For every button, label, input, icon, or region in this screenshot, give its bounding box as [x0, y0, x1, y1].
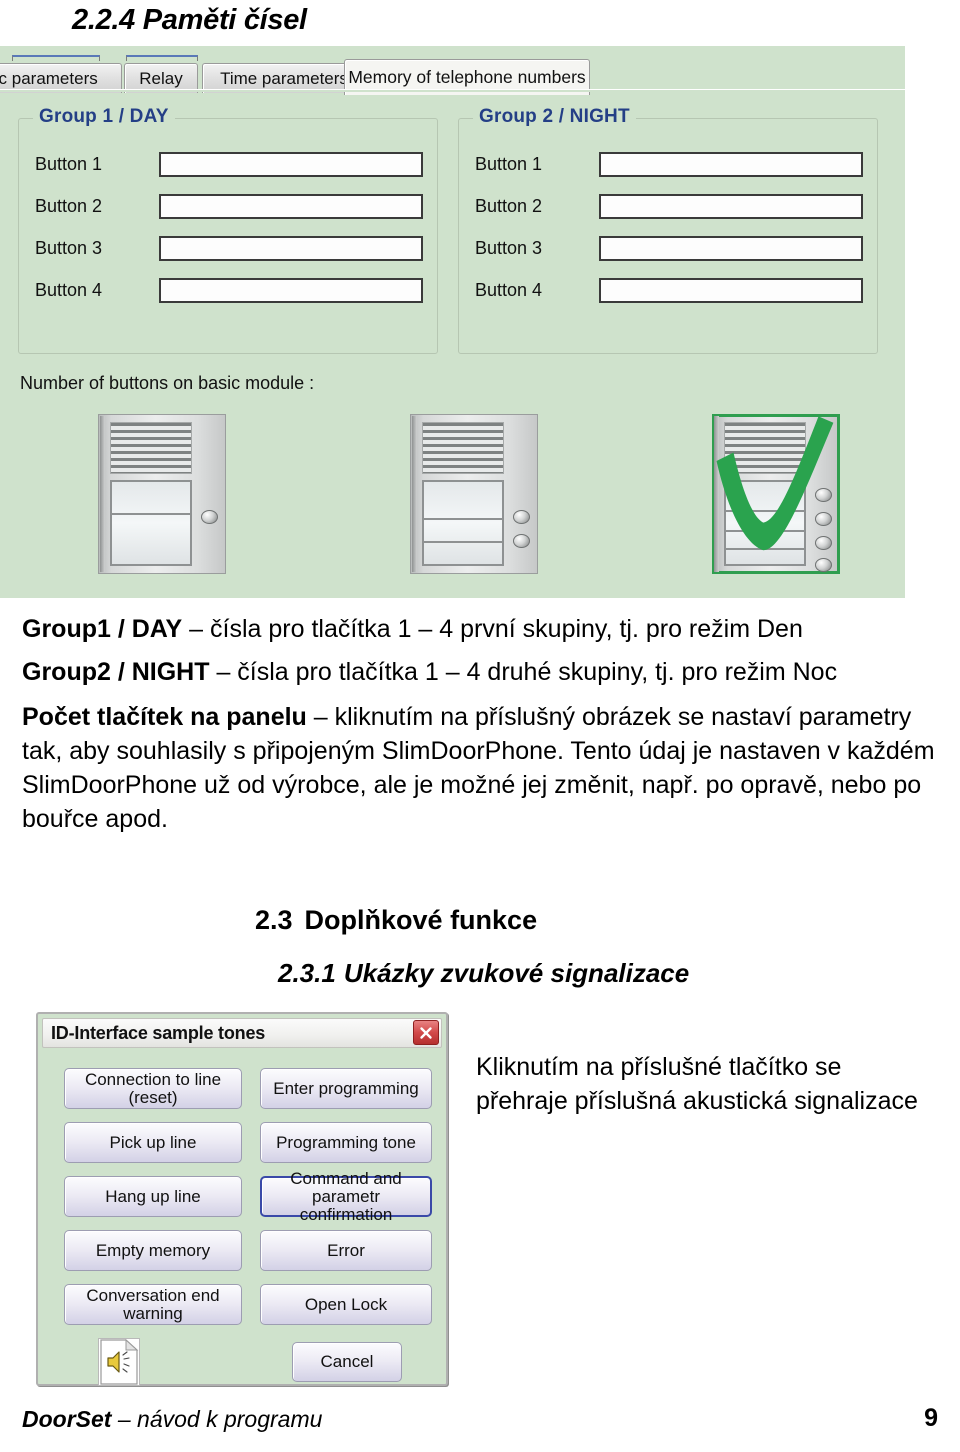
night-button-1-row: Button 1: [475, 151, 863, 177]
day-button-2-input[interactable]: [159, 193, 423, 219]
panel-image-one-button[interactable]: [98, 414, 226, 574]
panel-left-edge: [412, 416, 417, 572]
tab-strip: sic parameters Relay Time parameters Mem…: [0, 55, 905, 95]
hang-up-line-button[interactable]: Hang up line: [64, 1176, 242, 1217]
panel-left-edge: [714, 416, 719, 572]
night-button-3-label: Button 3: [475, 237, 543, 258]
tab-top-edge-2: [126, 55, 198, 61]
programming-tone-button[interactable]: Programming tone: [260, 1122, 432, 1163]
footer-text: DoorSet – návod k programu: [22, 1406, 322, 1433]
day-button-1-row: Button 1: [35, 151, 423, 177]
heading-2-3-1-number: 2.3.1: [278, 958, 336, 988]
night-button-4-label: Button 4: [475, 279, 543, 300]
day-button-4-input[interactable]: [159, 277, 423, 303]
day-button-2-label: Button 2: [35, 195, 103, 216]
sample-tones-dialog: ID-Interface sample tones Connection to …: [36, 1012, 448, 1386]
night-button-1-input[interactable]: [599, 151, 863, 177]
button-count-term: Počet tlačítek na panelu: [22, 703, 307, 731]
day-button-3-row: Button 3: [35, 235, 423, 261]
heading-2-3-number: 2.3: [255, 905, 293, 935]
group-box-night: Group 2 / NIGHT Button 1 Button 2 Button…: [458, 106, 878, 354]
connection-to-line-button[interactable]: Connection to line (reset): [64, 1068, 242, 1109]
panel-image-two-button[interactable]: [410, 414, 538, 574]
paragraph-group2: Group2 / NIGHT – čísla pro tlačítka 1 – …: [22, 655, 938, 689]
paragraph-group1: Group1 / DAY – čísla pro tlačítka 1 – 4 …: [22, 612, 938, 646]
group1-term: Group1 / DAY: [22, 615, 183, 643]
call-button-knob-1: [513, 510, 530, 524]
footer-subtitle: – návod k programu: [111, 1406, 323, 1432]
call-button-knob-4: [815, 558, 832, 572]
tab-top-edge-1: [12, 55, 100, 61]
day-button-4-row: Button 4: [35, 277, 423, 303]
open-lock-button[interactable]: Open Lock: [260, 1284, 432, 1325]
page-title: 2.2.4 Paměti čísel: [72, 4, 307, 36]
panel-nameplate: [422, 480, 504, 566]
dialog-caption-line-1: Kliknutím na příslušné tlačítko se: [476, 1053, 842, 1081]
day-button-2-row: Button 2: [35, 193, 423, 219]
heading-2-3-1: 2.3.1 Ukázky zvukové signalizace: [278, 958, 689, 989]
group2-description: – čísla pro tlačítka 1 – 4 druhé skupiny…: [209, 658, 838, 686]
tab-strip-underline: [0, 89, 905, 92]
page-number: 9: [924, 1404, 938, 1432]
night-button-2-input[interactable]: [599, 193, 863, 219]
day-button-1-input[interactable]: [159, 151, 423, 177]
pick-up-line-button[interactable]: Pick up line: [64, 1122, 242, 1163]
night-button-4-row: Button 4: [475, 277, 863, 303]
application-screenshot: sic parameters Relay Time parameters Mem…: [0, 46, 905, 598]
night-button-2-row: Button 2: [475, 193, 863, 219]
error-button[interactable]: Error: [260, 1230, 432, 1271]
group2-term: Group2 / NIGHT: [22, 658, 210, 686]
paragraph-button-count: Počet tlačítek na panelu – kliknutím na …: [22, 700, 938, 836]
group-box-night-title: Group 2 / NIGHT: [473, 106, 636, 128]
speaker-grille-icon: [724, 422, 806, 474]
call-button-knob-2: [513, 534, 530, 548]
heading-2-3: 2.3 Doplňkové funkce: [255, 905, 537, 936]
command-and-parameter-confirmation-button[interactable]: Command and parametr confirmation: [260, 1169, 432, 1223]
group-box-day-title: Group 1 / DAY: [33, 106, 175, 128]
dialog-title-bar: ID-Interface sample tones: [42, 1018, 442, 1048]
night-button-3-row: Button 3: [475, 235, 863, 261]
day-button-1-label: Button 1: [35, 153, 103, 174]
conversation-end-warning-button[interactable]: Conversation end warning: [64, 1284, 242, 1325]
group-box-day: Group 1 / DAY Button 1 Button 2 Button 3…: [18, 106, 438, 354]
night-button-3-input[interactable]: [599, 235, 863, 261]
empty-memory-button[interactable]: Empty memory: [64, 1230, 242, 1271]
night-button-2-label: Button 2: [475, 195, 543, 216]
call-button-knob-2: [815, 512, 832, 526]
day-button-3-input[interactable]: [159, 235, 423, 261]
speaker-grille-icon: [110, 422, 192, 474]
group1-description: – čísla pro tlačítka 1 – 4 první skupiny…: [182, 615, 803, 643]
sound-file-icon[interactable]: [98, 1338, 140, 1386]
speaker-grille-icon: [422, 422, 504, 474]
number-of-buttons-label: Number of buttons on basic module :: [20, 373, 315, 393]
close-icon[interactable]: [413, 1020, 439, 1045]
call-button-knob-3: [815, 536, 832, 550]
night-button-1-label: Button 1: [475, 153, 543, 174]
cancel-button[interactable]: Cancel: [292, 1342, 402, 1382]
call-button-knob-1: [815, 488, 832, 502]
dialog-caption: Kliknutím na příslušné tlačítko se přehr…: [476, 1050, 946, 1118]
enter-programming-button[interactable]: Enter programming: [260, 1068, 432, 1109]
call-button-knob-1: [201, 510, 218, 524]
dialog-title: ID-Interface sample tones: [51, 1022, 266, 1043]
footer-product-name: DoorSet: [22, 1406, 112, 1432]
panel-image-four-button[interactable]: [712, 414, 840, 574]
panel-left-edge: [100, 416, 105, 572]
heading-2-3-text: Doplňkové funkce: [304, 905, 538, 935]
panel-nameplate: [110, 480, 192, 566]
dialog-body: Connection to line (reset) Pick up line …: [42, 1052, 442, 1386]
heading-2-3-1-text: Ukázky zvukové signalizace: [343, 958, 690, 988]
day-button-4-label: Button 4: [35, 279, 103, 300]
dialog-caption-line-2: přehraje příslušná akustická signalizace: [476, 1087, 918, 1115]
panel-nameplate: [724, 480, 806, 566]
day-button-3-label: Button 3: [35, 237, 103, 258]
night-button-4-input[interactable]: [599, 277, 863, 303]
